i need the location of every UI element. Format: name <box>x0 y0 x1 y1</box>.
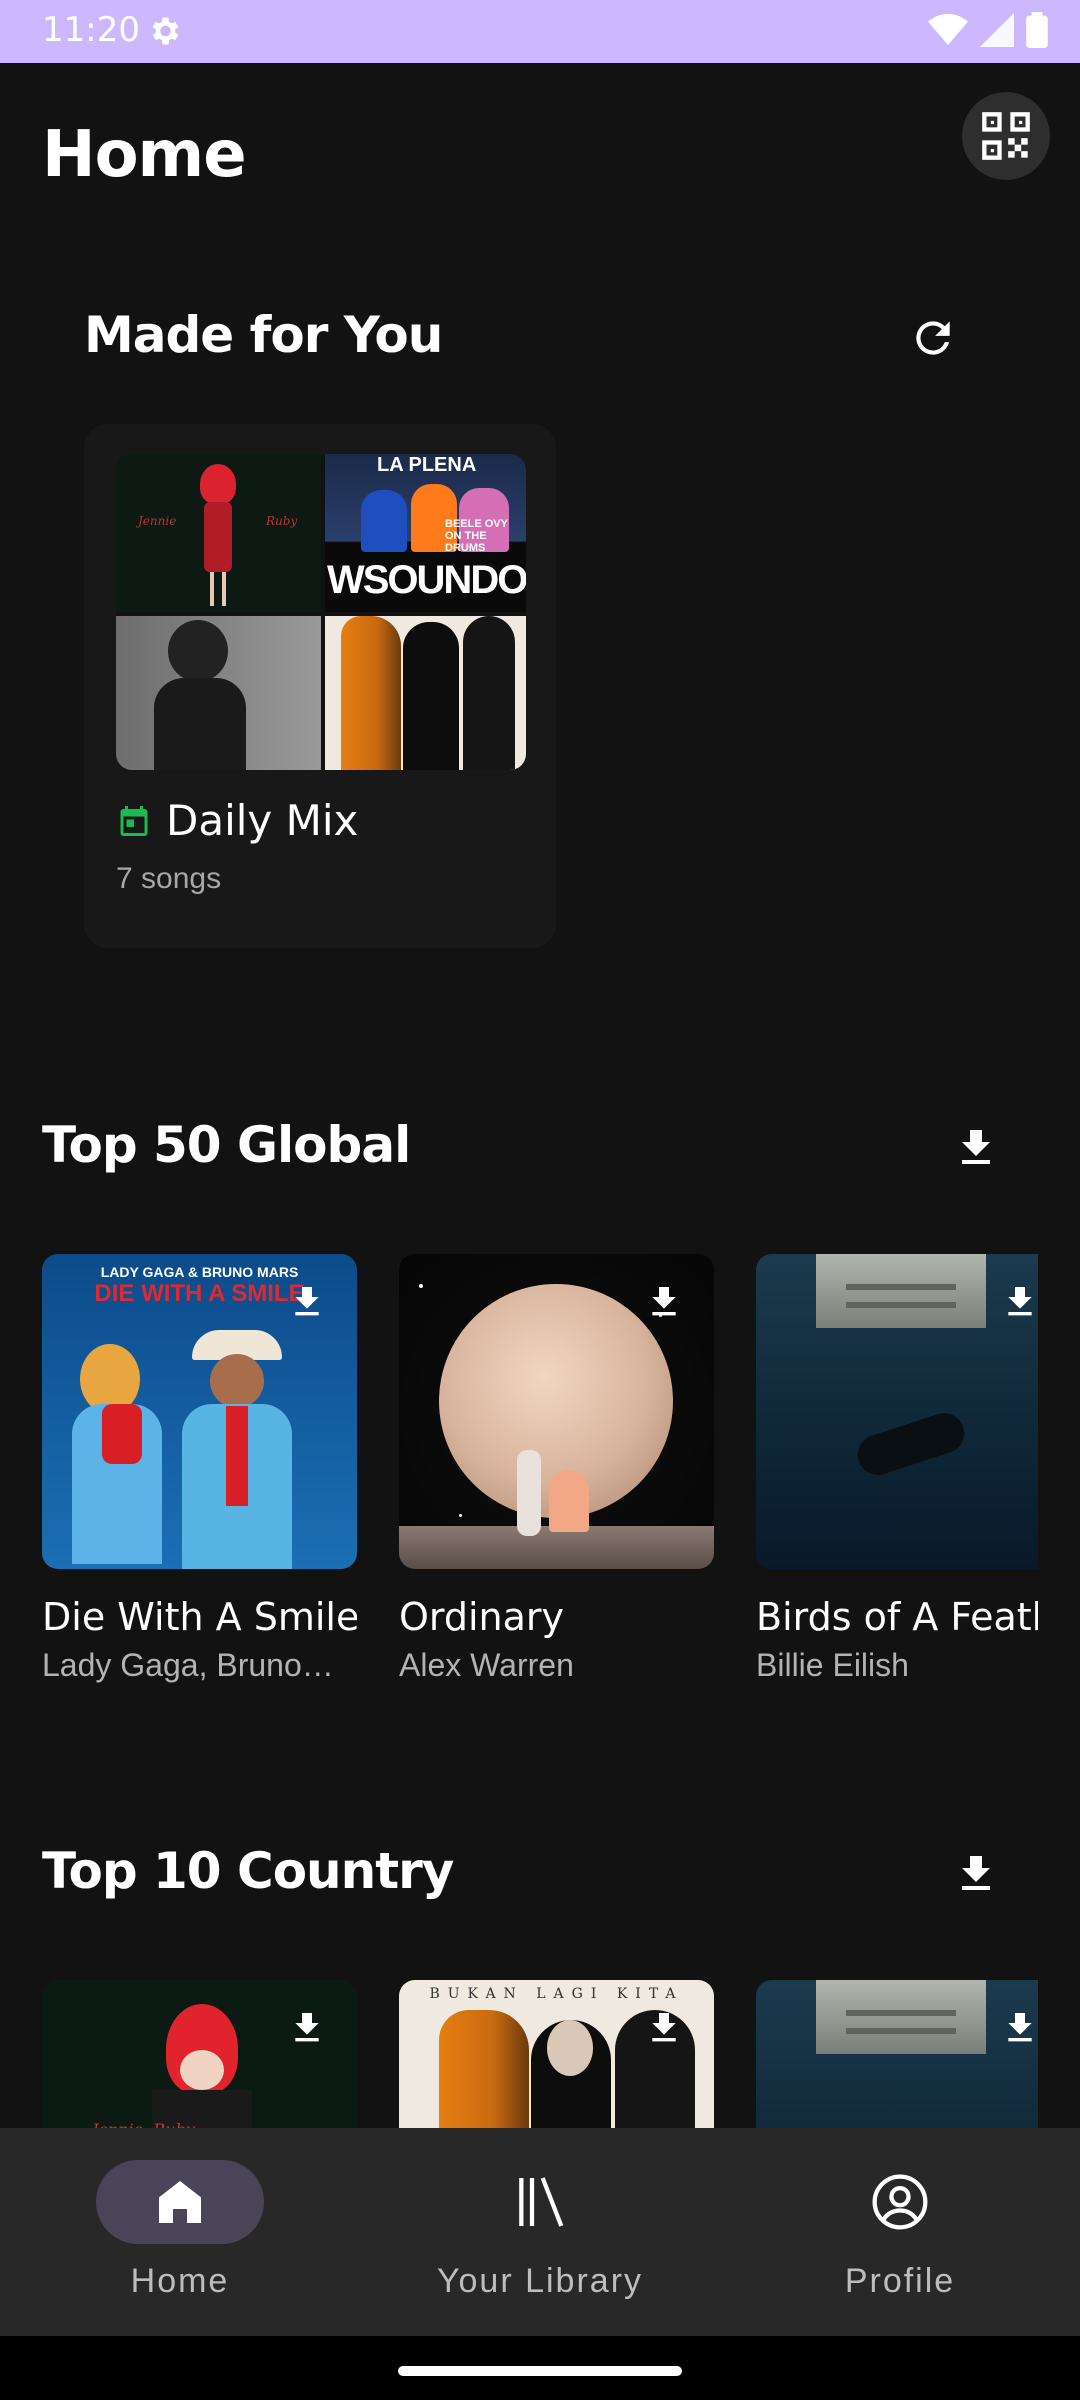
download-icon <box>962 1856 990 1890</box>
qr-code-icon <box>982 112 1030 160</box>
cover-text: BUKAN LAGI KITA <box>429 1986 684 2002</box>
calendar-icon <box>120 805 148 836</box>
collage-cover-2-big: WSOUNDOS <box>327 558 526 602</box>
download-icon[interactable] <box>1000 1282 1038 1322</box>
system-icons <box>928 12 1048 48</box>
track-cover <box>399 1254 714 1569</box>
daily-mix-card[interactable]: Jennie Ruby LA PLENA BEELE OVY ON THE DR… <box>84 424 556 948</box>
download-icon[interactable] <box>644 2008 684 2048</box>
status-bar: 11:20 <box>0 0 1080 63</box>
refresh-button[interactable] <box>905 310 961 366</box>
page-title: Home <box>42 118 247 192</box>
top-50-track-row: LADY GAGA & BRUNO MARS DIE WITH A SMILE … <box>42 1254 1038 1684</box>
profile-icon <box>872 2174 928 2230</box>
collage-cover-2: LA PLENA BEELE OVY ON THE DRUMS WSOUNDOS <box>325 454 526 612</box>
nav-library-indicator <box>456 2160 624 2244</box>
track-title: Die With A Smile <box>42 1595 357 1639</box>
download-icon[interactable] <box>287 2008 327 2048</box>
track-cover <box>756 1254 1038 1569</box>
signal-icon <box>980 13 1014 47</box>
top-10-country-title: Top 10 Country <box>42 1842 454 1900</box>
track-cover: LADY GAGA & BRUNO MARS DIE WITH A SMILE <box>42 1254 357 1569</box>
download-top-50-button[interactable] <box>938 1110 1014 1186</box>
nav-profile-indicator <box>816 2160 984 2244</box>
track-card[interactable]: LADY GAGA & BRUNO MARS DIE WITH A SMILE … <box>42 1254 357 1684</box>
collage-cover-2-sub: BEELE OVY ON THE DRUMS <box>445 518 508 554</box>
mix-title-row: Daily Mix <box>116 796 358 845</box>
collage-cover-4 <box>325 616 526 770</box>
status-time: 11:20 <box>42 10 140 50</box>
download-icon <box>962 1130 990 1164</box>
top-50-global-title: Top 50 Global <box>42 1116 411 1174</box>
track-title: Birds of A Feather <box>756 1595 1038 1639</box>
collage-cover-1: Jennie Ruby <box>116 454 321 612</box>
nav-profile-label: Profile <box>844 2262 956 2300</box>
nav-library-label: Your Library <box>436 2262 644 2300</box>
mix-title: Daily Mix <box>166 796 359 845</box>
nav-home-label: Home <box>130 2262 230 2300</box>
gesture-handle[interactable] <box>398 2366 682 2376</box>
collage-cover-1-right: Ruby <box>266 514 298 528</box>
battery-icon <box>1026 12 1048 48</box>
nav-home[interactable]: Home <box>0 2128 360 2336</box>
nav-profile[interactable]: Profile <box>720 2128 1080 2336</box>
track-card[interactable]: Birds of A Feather Billie Eilish <box>756 1254 1038 1684</box>
bottom-navigation: Home Your Library Profile <box>0 2128 1080 2336</box>
track-title: Ordinary <box>399 1595 565 1639</box>
qr-scan-button[interactable] <box>962 92 1050 180</box>
track-artist: Lady Gaga, Bruno Mars <box>42 1647 342 1683</box>
refresh-icon <box>916 321 950 355</box>
nav-library[interactable]: Your Library <box>360 2128 720 2336</box>
nav-home-indicator <box>96 2160 264 2244</box>
home-icon <box>159 2181 201 2223</box>
library-icon <box>519 2177 564 2227</box>
download-icon[interactable] <box>644 1282 684 1322</box>
mix-collage: Jennie Ruby LA PLENA BEELE OVY ON THE DR… <box>116 454 526 770</box>
collage-cover-3 <box>116 616 321 770</box>
cover-artists-text: LADY GAGA & BRUNO MARS <box>100 1264 299 1280</box>
track-card[interactable]: Ordinary Alex Warren <box>399 1254 714 1684</box>
track-artist: Billie Eilish <box>756 1647 909 1683</box>
download-icon[interactable] <box>1000 2008 1038 2048</box>
mix-subtitle: 7 songs <box>116 862 222 895</box>
wifi-icon <box>928 14 968 45</box>
download-icon[interactable] <box>287 1282 327 1322</box>
made-for-you-title: Made for You <box>84 306 443 364</box>
track-artist: Alex Warren <box>399 1647 574 1683</box>
gear-icon <box>152 17 179 45</box>
download-top-10-button[interactable] <box>938 1836 1014 1912</box>
collage-cover-2-title: LA PLENA <box>377 454 477 476</box>
collage-cover-1-left: Jennie <box>138 514 177 528</box>
